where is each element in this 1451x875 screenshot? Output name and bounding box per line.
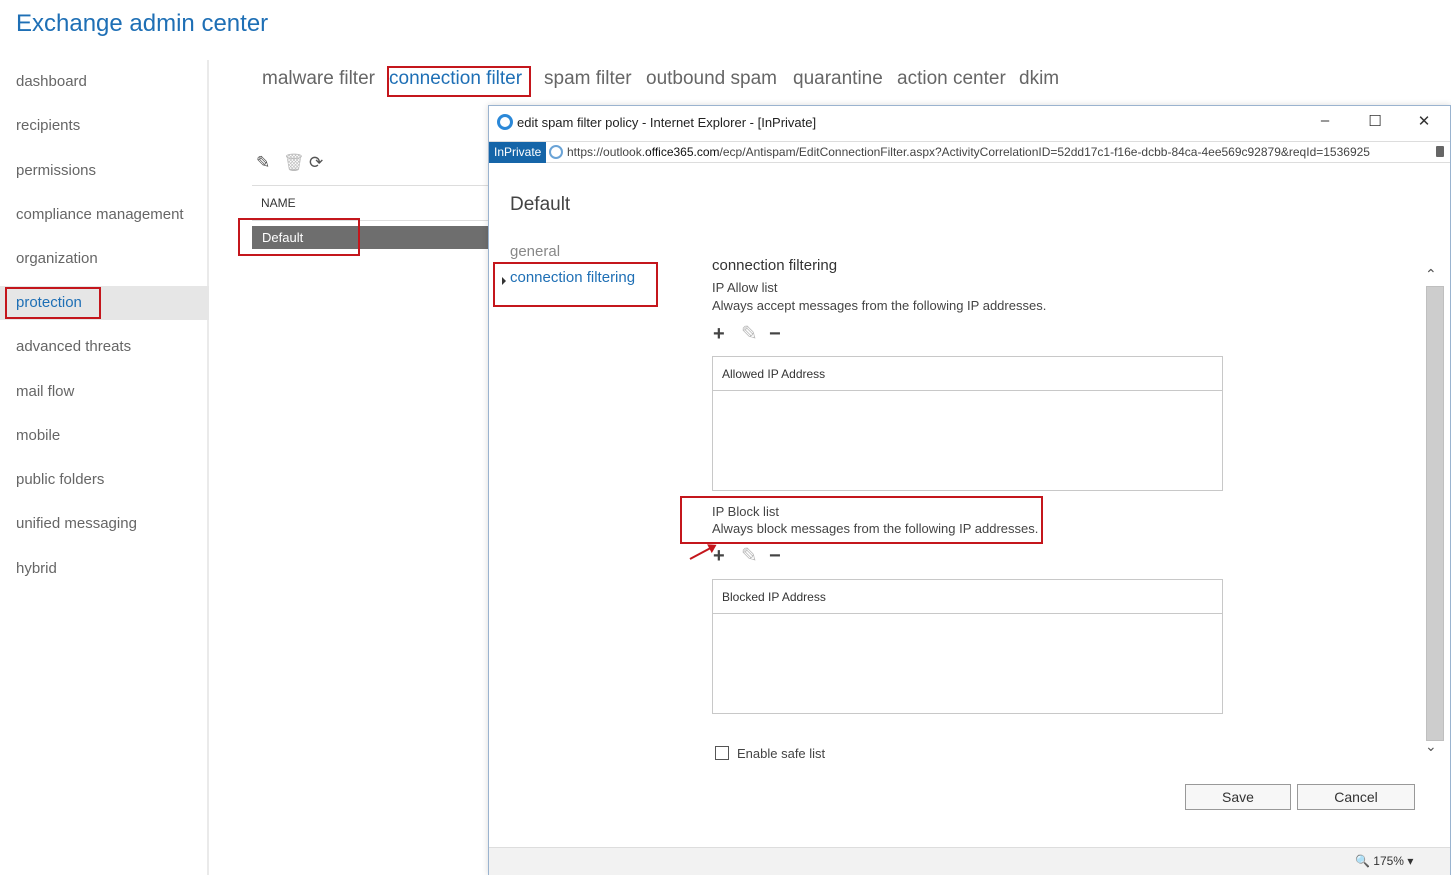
edit-allowed-ip-icon[interactable]: ✎ xyxy=(741,324,758,344)
tab-dkim[interactable]: dkim xyxy=(1019,68,1059,90)
nav-item-recipients[interactable]: recipients xyxy=(16,114,80,138)
policy-name: Default xyxy=(510,194,571,215)
trash-icon[interactable]: 🗑 xyxy=(283,153,305,173)
inprivate-badge: InPrivate xyxy=(489,142,547,163)
minimize-icon[interactable]: – xyxy=(1310,112,1340,134)
scrollbar[interactable] xyxy=(1426,286,1444,741)
url-text[interactable]: https://outlook.office365.com/ecp/Antisp… xyxy=(567,145,1370,159)
nav-item-dashboard[interactable]: dashboard xyxy=(16,70,87,94)
allowed-ip-list[interactable]: Allowed IP Address xyxy=(712,356,1223,491)
nav-item-mail-flow[interactable]: mail flow xyxy=(16,380,74,404)
nav-item-permissions[interactable]: permissions xyxy=(16,159,96,183)
edit-policy-window: edit spam filter policy - Internet Explo… xyxy=(488,105,1451,875)
section-title: connection filtering xyxy=(712,257,838,274)
edit-blocked-ip-icon[interactable]: ✎ xyxy=(741,546,758,566)
enable-safe-list-label: Enable safe list xyxy=(737,746,826,761)
tab-spam-filter[interactable]: spam filter xyxy=(544,68,632,90)
refresh-icon[interactable]: ⟳ xyxy=(309,153,323,173)
cancel-button[interactable]: Cancel xyxy=(1297,784,1415,810)
tab-malware-filter[interactable]: malware filter xyxy=(262,68,375,90)
blocked-ip-column-header: Blocked IP Address xyxy=(713,580,1222,614)
internet-explorer-icon xyxy=(497,114,513,130)
blocked-ip-list[interactable]: Blocked IP Address xyxy=(712,579,1223,714)
nav-item-organization[interactable]: organization xyxy=(16,247,98,271)
enable-safe-list-checkbox[interactable] xyxy=(715,746,729,760)
allowed-ip-column-header: Allowed IP Address xyxy=(713,357,1222,391)
zoom-control[interactable]: 🔍 175% ▾ xyxy=(1355,854,1413,868)
allow-list-description: Always accept messages from the followin… xyxy=(712,298,1047,313)
nav-item-unified-messaging[interactable]: unified messaging xyxy=(16,512,137,536)
allow-list-title: IP Allow list xyxy=(712,280,778,295)
tab-quarantine[interactable]: quarantine xyxy=(793,68,883,90)
tab-outbound-spam[interactable]: outbound spam xyxy=(646,68,777,90)
highlight-connection-filter xyxy=(387,66,531,97)
maximize-icon[interactable]: ☐ xyxy=(1360,112,1390,134)
status-bar: 🔍 175% ▾ xyxy=(489,847,1450,875)
list-column-header[interactable]: NAME xyxy=(252,185,492,221)
add-allowed-ip-icon[interactable]: + xyxy=(713,324,725,344)
highlight-default-row xyxy=(238,218,360,256)
remove-allowed-ip-icon[interactable]: − xyxy=(769,324,781,344)
side-nav-general[interactable]: general xyxy=(510,243,560,260)
site-icon xyxy=(549,145,563,159)
highlight-block-list xyxy=(680,496,1043,544)
left-navigation: dashboard recipients permissions complia… xyxy=(0,60,209,875)
save-button[interactable]: Save xyxy=(1185,784,1291,810)
nav-item-mobile[interactable]: mobile xyxy=(16,424,60,448)
highlight-protection xyxy=(5,287,101,319)
app-title: Exchange admin center xyxy=(16,10,269,37)
remove-blocked-ip-icon[interactable]: − xyxy=(769,546,781,566)
close-icon[interactable]: ✕ xyxy=(1409,112,1439,134)
tab-action-center[interactable]: action center xyxy=(897,68,1006,90)
scroll-down-icon[interactable]: ⌄ xyxy=(1425,738,1437,755)
scroll-up-icon[interactable]: ⌃ xyxy=(1425,266,1437,283)
address-bar[interactable]: InPrivate https://outlook.office365.com/… xyxy=(489,141,1450,163)
highlight-connection-filtering xyxy=(493,262,658,307)
window-title: edit spam filter policy - Internet Explo… xyxy=(517,115,817,130)
column-name-label: NAME xyxy=(261,196,296,210)
window-titlebar[interactable]: edit spam filter policy - Internet Explo… xyxy=(489,106,1450,140)
nav-item-public-folders[interactable]: public folders xyxy=(16,468,104,492)
nav-item-hybrid[interactable]: hybrid xyxy=(16,557,57,581)
pencil-icon[interactable]: ✎ xyxy=(256,153,270,173)
lock-icon xyxy=(1436,146,1444,157)
nav-item-advanced-threats[interactable]: advanced threats xyxy=(16,335,131,359)
nav-item-compliance-management[interactable]: compliance management xyxy=(16,203,184,227)
